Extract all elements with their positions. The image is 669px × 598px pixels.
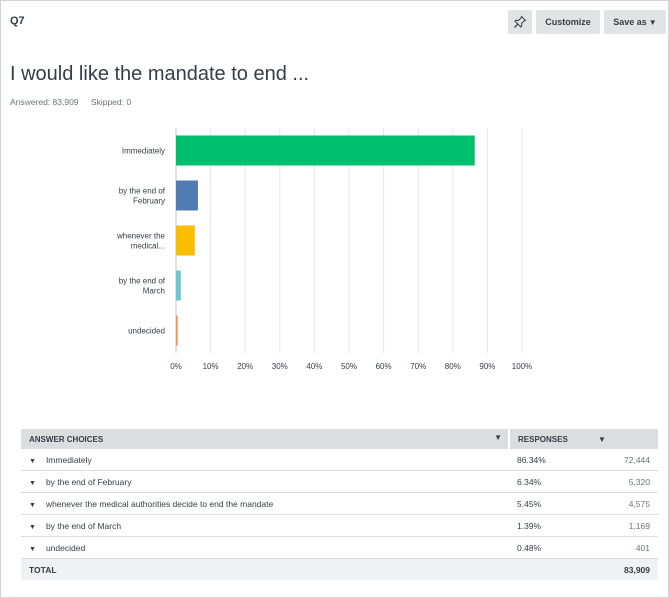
choice-label: by the end of March bbox=[45, 520, 122, 531]
expand-caret-icon[interactable]: ▼ bbox=[29, 546, 36, 553]
x-tick-label: 70% bbox=[410, 362, 426, 371]
pct-cell: 6.34% bbox=[509, 470, 590, 493]
x-tick-label: 0% bbox=[170, 362, 182, 371]
caret-down-icon: ▼ bbox=[494, 433, 502, 442]
total-pct-cell bbox=[509, 558, 590, 580]
x-tick-label: 30% bbox=[272, 362, 288, 371]
x-tick-label: 100% bbox=[512, 362, 532, 371]
responses-header[interactable]: RESPONSES bbox=[508, 429, 590, 449]
category-label: by the end of bbox=[119, 187, 166, 196]
category-label: March bbox=[143, 287, 165, 296]
pct-cell: 5.45% bbox=[509, 492, 590, 515]
count-cell: 1,169 bbox=[590, 514, 658, 537]
x-tick-label: 40% bbox=[306, 362, 322, 371]
choice-cell: ▼ by the end of February bbox=[21, 470, 509, 493]
total-row: TOTAL 83,909 bbox=[21, 558, 658, 580]
x-tick-label: 20% bbox=[237, 362, 253, 371]
category-label: medical... bbox=[131, 242, 165, 251]
pct-cell: 0.48% bbox=[509, 536, 590, 559]
x-tick-label: 60% bbox=[376, 362, 392, 371]
expand-caret-icon[interactable]: ▼ bbox=[29, 502, 36, 509]
pct-cell: 86.34% bbox=[509, 449, 590, 471]
table-row: ▼ by the end of March 1.39% 1,169 bbox=[21, 514, 658, 537]
bar-chart: 0% 10% 20% 30% 40% 50% 60% 70% 80% 90% 100% Immedia… bbox=[116, 128, 532, 371]
choice-cell: ▼ undecided bbox=[21, 536, 509, 559]
choice-label: whenever the medical authorities decide … bbox=[45, 498, 274, 509]
bar bbox=[176, 225, 195, 256]
choice-label: undecided bbox=[45, 542, 86, 553]
choice-cell: ▼ by the end of March bbox=[21, 514, 509, 537]
category-label: Immediately bbox=[122, 147, 165, 156]
total-count: 83,909 bbox=[590, 558, 658, 580]
table-row: ▼ undecided 0.48% 401 bbox=[21, 536, 658, 559]
table-row: ▼ Immediately 86.34% 72,444 bbox=[21, 449, 658, 471]
results-table: ANSWER CHOICES ▼ RESPONSES ▼ ▼ Immediatel… bbox=[21, 429, 658, 580]
expand-caret-icon[interactable]: ▼ bbox=[29, 458, 36, 465]
bar bbox=[176, 180, 198, 211]
category-label: undecided bbox=[128, 327, 165, 336]
choice-label: Immediately bbox=[45, 454, 92, 465]
category-label: February bbox=[133, 197, 165, 206]
answer-choices-header-label: ANSWER CHOICES bbox=[29, 434, 104, 444]
bar bbox=[176, 270, 181, 301]
table-row: ▼ whenever the medical authorities decide… bbox=[21, 492, 658, 515]
total-label: TOTAL bbox=[21, 558, 509, 580]
caret-down-icon: ▼ bbox=[598, 434, 606, 444]
answer-choices-header[interactable]: ANSWER CHOICES ▼ bbox=[21, 429, 509, 449]
count-cell: 4,575 bbox=[590, 492, 658, 515]
expand-caret-icon[interactable]: ▼ bbox=[29, 524, 36, 531]
count-cell: 72,444 bbox=[590, 449, 658, 471]
expand-caret-icon[interactable]: ▼ bbox=[29, 480, 36, 487]
count-cell: 5,320 bbox=[590, 470, 658, 493]
choice-cell: ▼ Immediately bbox=[21, 449, 509, 471]
count-cell: 401 bbox=[590, 536, 658, 559]
category-label: by the end of bbox=[119, 277, 166, 286]
x-tick-label: 90% bbox=[479, 362, 495, 371]
choice-label: by the end of February bbox=[45, 476, 132, 487]
responses-sort-header[interactable]: ▼ bbox=[590, 429, 658, 449]
choice-cell: ▼ whenever the medical authorities decide… bbox=[21, 492, 509, 515]
bar bbox=[176, 315, 178, 346]
question-card: Q7 Customize Save as ▼ I would like the … bbox=[0, 0, 669, 598]
bar bbox=[176, 135, 475, 166]
table-row: ▼ by the end of February 6.34% 5,320 bbox=[21, 470, 658, 493]
category-label: whenever the bbox=[116, 232, 166, 241]
responses-header-label: RESPONSES bbox=[518, 434, 568, 444]
x-tick-label: 50% bbox=[341, 362, 357, 371]
x-tick-label: 10% bbox=[203, 362, 219, 371]
x-tick-label: 80% bbox=[445, 362, 461, 371]
pct-cell: 1.39% bbox=[509, 514, 590, 537]
